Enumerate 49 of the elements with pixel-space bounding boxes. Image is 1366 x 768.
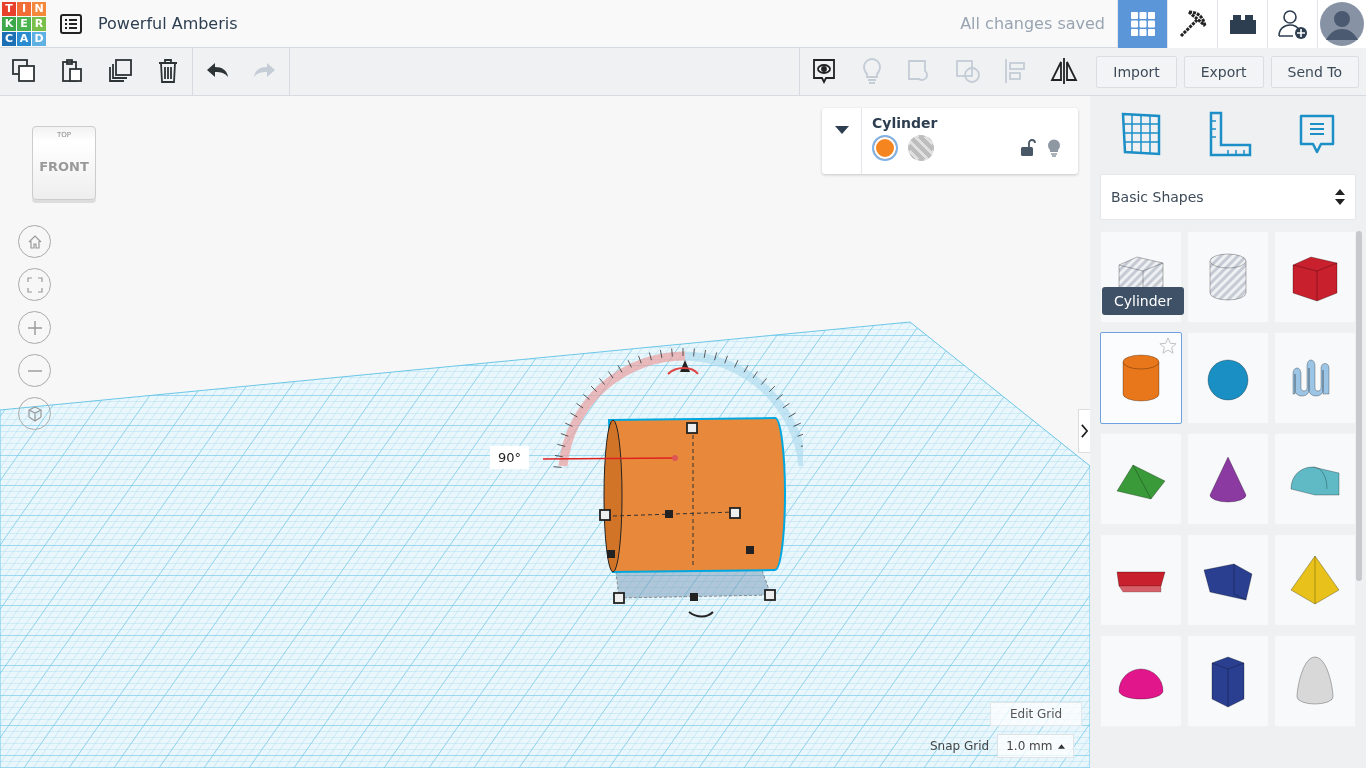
up-down-arrows-icon[interactable] xyxy=(1335,189,1345,205)
roof-shape-tile[interactable] xyxy=(1100,433,1182,525)
logo[interactable]: T I N K E R C A D xyxy=(2,1,46,46)
wedge-shape-tile[interactable] xyxy=(1187,534,1269,626)
pickaxe-tab[interactable] xyxy=(1167,0,1217,48)
chevron-right-icon[interactable] xyxy=(1081,423,1088,439)
lightbulb-icon[interactable] xyxy=(1046,138,1062,158)
user-avatar[interactable] xyxy=(1317,0,1366,48)
round-roof-shape-tile[interactable] xyxy=(1274,433,1356,525)
workplane-icon[interactable] xyxy=(1121,112,1162,156)
toolbar-button[interactable]: Send To xyxy=(1270,55,1359,88)
hole-cylinder-shape-tile[interactable] xyxy=(1187,231,1269,323)
unlocked-icon[interactable] xyxy=(1020,139,1036,157)
caret-icon[interactable] xyxy=(835,126,849,134)
scribble-shape-tile[interactable] xyxy=(1274,332,1356,424)
collapse-panel-button[interactable] xyxy=(1078,409,1090,453)
sphere-shape-tile[interactable] xyxy=(1187,332,1269,424)
snap-grid-dropdown[interactable]: 1.0 mm xyxy=(997,734,1075,758)
caret-up-icon[interactable] xyxy=(1058,743,1066,749)
grid-icon[interactable] xyxy=(1129,10,1156,37)
project-title[interactable]: Powerful Amberis xyxy=(98,14,238,33)
hole-swatch[interactable] xyxy=(908,135,934,161)
paraboloid-shape-tile[interactable] xyxy=(1274,635,1356,727)
shape-name: Cylinder xyxy=(872,115,939,131)
ruler-icon[interactable] xyxy=(1208,111,1252,157)
tooltip: Cylinder xyxy=(1102,287,1184,315)
snap-grid-label: Snap Grid xyxy=(930,739,990,753)
notes-icon[interactable] xyxy=(1298,112,1335,156)
category-dropdown[interactable]: Basic Shapes xyxy=(1100,174,1356,220)
cone-shape-tile[interactable] xyxy=(1187,433,1269,525)
box-shape-tile[interactable] xyxy=(1274,231,1356,323)
cylinder-shape-tile[interactable] xyxy=(1100,332,1182,424)
brick-icon[interactable] xyxy=(1227,12,1258,35)
half-sphere-shape-tile[interactable] xyxy=(1100,635,1182,727)
star-icon[interactable] xyxy=(1159,337,1177,355)
pyramid-shape-tile[interactable] xyxy=(1274,534,1356,626)
brick-tab[interactable] xyxy=(1217,0,1267,48)
scrollbar[interactable] xyxy=(1356,231,1362,581)
toolbar-button[interactable]: Import xyxy=(1096,55,1177,88)
polygon-shape-tile[interactable] xyxy=(1187,635,1269,727)
add-user-button[interactable] xyxy=(1267,0,1317,48)
menu-icon[interactable] xyxy=(60,13,82,34)
add-user-icon[interactable] xyxy=(1276,7,1309,40)
text-shape-tile[interactable] xyxy=(1100,534,1182,626)
toolbar-button[interactable]: Export xyxy=(1183,55,1264,88)
save-status: All changes saved xyxy=(960,14,1105,33)
edit-grid-button[interactable]: Edit Grid xyxy=(990,702,1083,726)
angle-label: 90° xyxy=(490,446,530,469)
solid-color-swatch[interactable] xyxy=(872,135,898,161)
